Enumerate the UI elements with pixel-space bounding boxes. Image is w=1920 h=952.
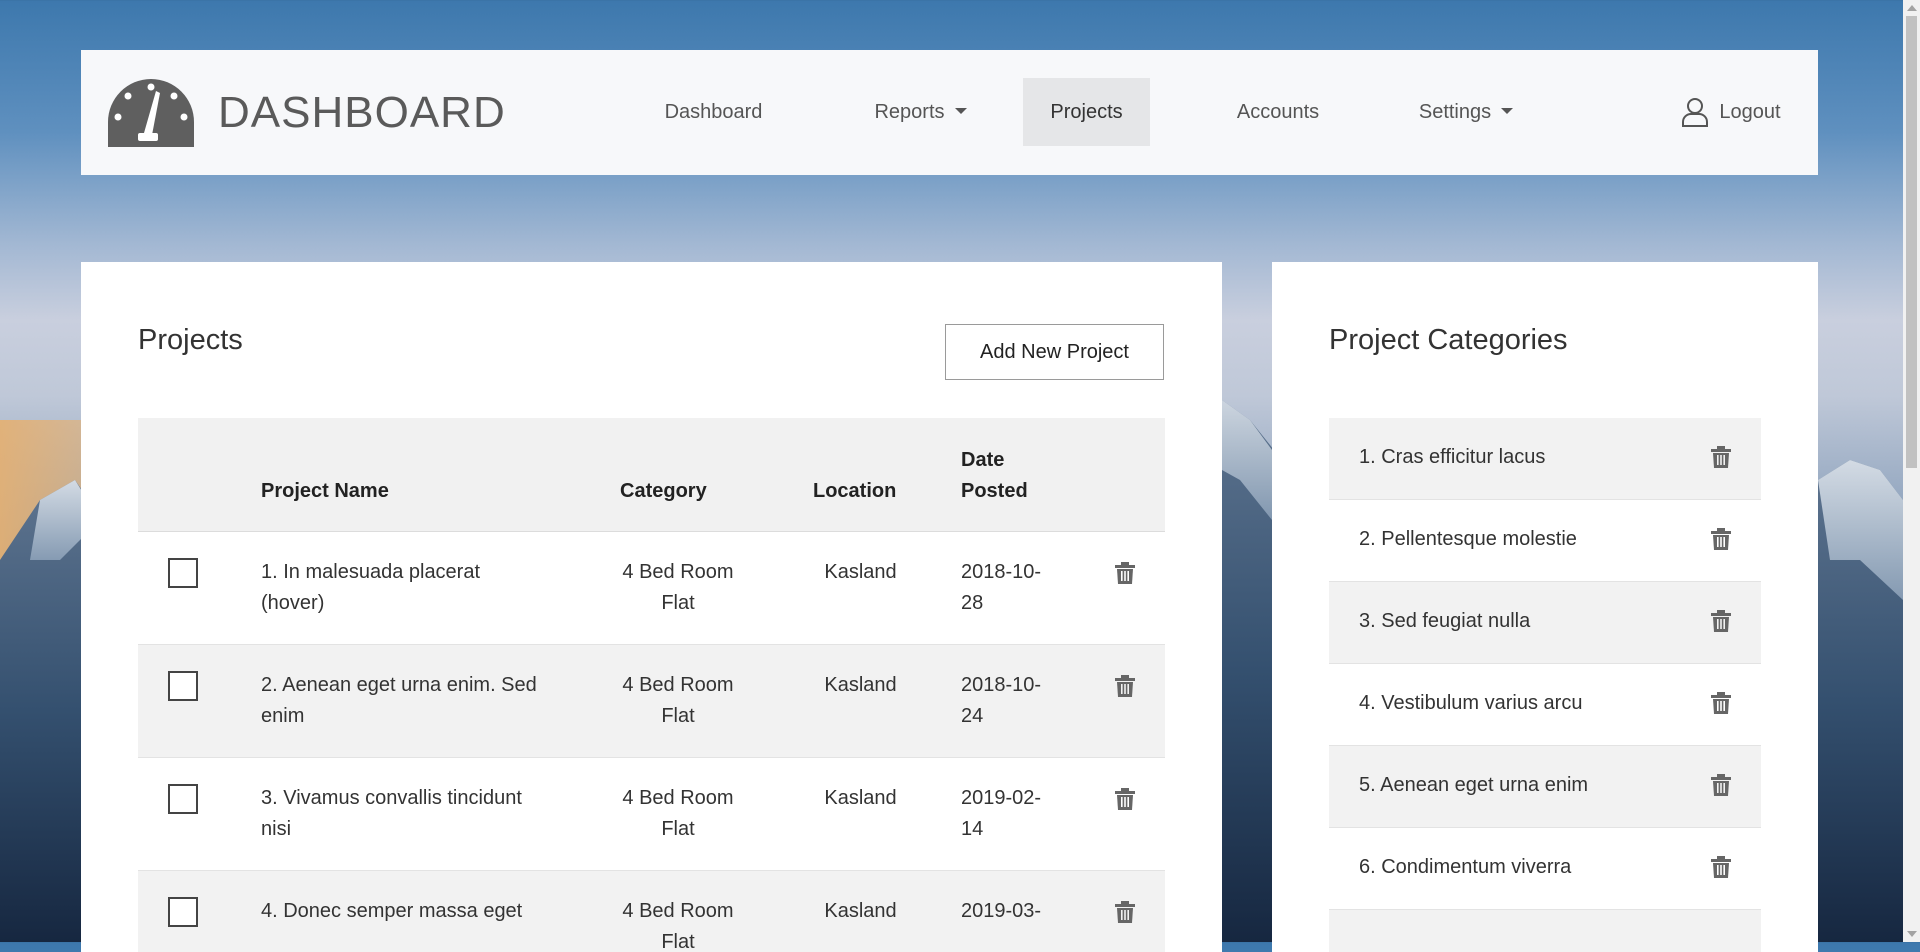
trash-icon[interactable] bbox=[1115, 788, 1135, 810]
row-checkbox[interactable] bbox=[168, 558, 198, 588]
logout-label: Logout bbox=[1719, 100, 1781, 123]
categories-list: 1. Cras efficitur lacus 2. Pellentesque … bbox=[1329, 418, 1761, 952]
category-label: 2. Pellentesque molestie bbox=[1359, 528, 1577, 550]
nav-reports-label: Reports bbox=[874, 100, 945, 123]
trash-icon[interactable] bbox=[1711, 528, 1731, 550]
table-row[interactable]: 4. Donec semper massa eget 4 Bed Room Fl… bbox=[138, 871, 1165, 952]
project-date-line1: 2018-10- bbox=[961, 674, 1042, 696]
category-label: 4. Vestibulum varius arcu bbox=[1359, 692, 1583, 714]
table-row[interactable]: 3. Vivamus convallis tincidunt nisi 4 Be… bbox=[138, 758, 1165, 871]
project-date-line1: 2019-02- bbox=[961, 787, 1042, 809]
project-name-line1: 4. Donec semper massa eget bbox=[261, 900, 523, 922]
project-location: Kasland bbox=[824, 900, 897, 922]
top-navbar: DASHBOARD Dashboard Reports Projects Acc… bbox=[81, 50, 1818, 175]
add-new-project-button[interactable]: Add New Project bbox=[945, 324, 1164, 380]
brand-title: DASHBOARD bbox=[218, 88, 506, 137]
project-category-line2: Flat bbox=[661, 705, 695, 727]
project-name-line2: (hover) bbox=[261, 592, 325, 614]
project-date-line1: 2019-03- bbox=[961, 900, 1042, 922]
project-name-line1: 2. Aenean eget urna enim. Sed bbox=[261, 674, 537, 696]
header-date-line2: Posted bbox=[961, 480, 1028, 502]
caret-down-icon bbox=[954, 108, 967, 114]
trash-icon[interactable] bbox=[1711, 856, 1731, 878]
trash-icon[interactable] bbox=[1711, 692, 1731, 714]
list-item[interactable] bbox=[1329, 910, 1761, 952]
nav-settings[interactable]: Settings bbox=[1381, 78, 1551, 146]
project-location: Kasland bbox=[824, 787, 897, 809]
row-checkbox[interactable] bbox=[168, 671, 198, 701]
nav-settings-label: Settings bbox=[1418, 100, 1492, 123]
project-categories-card: Project Categories 1. Cras efficitur lac… bbox=[1272, 262, 1818, 952]
project-location: Kasland bbox=[824, 561, 897, 583]
list-item[interactable]: 1. Cras efficitur lacus bbox=[1329, 418, 1761, 500]
project-category-line1: 4 Bed Room bbox=[622, 787, 734, 809]
logout-link[interactable]: Logout bbox=[1656, 78, 1806, 146]
category-label: 5. Aenean eget urna enim bbox=[1359, 774, 1589, 796]
brand[interactable]: DASHBOARD bbox=[106, 77, 506, 149]
project-category-line2: Flat bbox=[661, 818, 695, 840]
list-item[interactable]: 2. Pellentesque molestie bbox=[1329, 500, 1761, 582]
user-icon bbox=[1682, 98, 1709, 127]
speedometer-icon bbox=[108, 79, 194, 147]
row-checkbox[interactable] bbox=[168, 897, 198, 927]
project-date-line2: 14 bbox=[961, 818, 984, 840]
header-project-name: Project Name bbox=[261, 480, 389, 502]
category-label: 6. Condimentum viverra bbox=[1359, 856, 1572, 878]
nav-accounts-label: Accounts bbox=[1236, 100, 1320, 123]
scrollbar-thumb[interactable] bbox=[1906, 16, 1917, 468]
nav-accounts[interactable]: Accounts bbox=[1198, 78, 1358, 146]
scroll-down-icon[interactable] bbox=[1907, 931, 1917, 937]
nav-projects-label: Projects bbox=[1050, 100, 1123, 123]
project-category-line1: 4 Bed Room bbox=[622, 561, 734, 583]
projects-title: Projects bbox=[138, 324, 243, 356]
trash-icon[interactable] bbox=[1115, 562, 1135, 584]
project-name-line2: nisi bbox=[261, 818, 292, 840]
header-category: Category bbox=[620, 480, 707, 502]
project-category-line2: Flat bbox=[661, 592, 695, 614]
list-item[interactable]: 6. Condimentum viverra bbox=[1329, 828, 1761, 910]
trash-icon[interactable] bbox=[1711, 610, 1731, 632]
list-item[interactable]: 4. Vestibulum varius arcu bbox=[1329, 664, 1761, 746]
trash-icon[interactable] bbox=[1115, 901, 1135, 923]
trash-icon[interactable] bbox=[1711, 774, 1731, 796]
category-label: 3. Sed feugiat nulla bbox=[1359, 610, 1531, 632]
categories-title: Project Categories bbox=[1329, 324, 1568, 356]
table-row[interactable]: 2. Aenean eget urna enim. Sed enim 4 Bed… bbox=[138, 645, 1165, 758]
nav-projects[interactable]: Projects bbox=[1023, 78, 1150, 146]
projects-table: Project Name Category Location Date Post… bbox=[138, 418, 1165, 952]
nav-dashboard[interactable]: Dashboard bbox=[626, 78, 801, 146]
category-label: 1. Cras efficitur lacus bbox=[1359, 446, 1546, 468]
list-item[interactable]: 5. Aenean eget urna enim bbox=[1329, 746, 1761, 828]
page-scrollbar[interactable] bbox=[1903, 0, 1920, 942]
nav-reports[interactable]: Reports bbox=[833, 78, 1008, 146]
project-date-line2: 24 bbox=[961, 705, 984, 727]
trash-icon[interactable] bbox=[1711, 446, 1731, 468]
trash-icon[interactable] bbox=[1115, 675, 1135, 697]
project-date-line1: 2018-10- bbox=[961, 561, 1042, 583]
project-category-line1: 4 Bed Room bbox=[622, 900, 734, 922]
project-date-line2: 28 bbox=[961, 592, 984, 614]
table-header: Project Name Category Location Date Post… bbox=[138, 418, 1165, 532]
project-category-line1: 4 Bed Room bbox=[622, 674, 734, 696]
project-name-line1: 1. In malesuada placerat bbox=[261, 561, 481, 583]
projects-card: Projects Add New Project Project Name Ca… bbox=[81, 262, 1222, 952]
project-location: Kasland bbox=[824, 674, 897, 696]
caret-down-icon bbox=[1501, 108, 1514, 114]
header-date-line1: Date bbox=[961, 449, 1005, 471]
project-name-line1: 3. Vivamus convallis tincidunt bbox=[261, 787, 522, 809]
nav-dashboard-label: Dashboard bbox=[664, 100, 763, 123]
project-name-line2: enim bbox=[261, 705, 305, 727]
header-location: Location bbox=[813, 480, 897, 502]
list-item[interactable]: 3. Sed feugiat nulla bbox=[1329, 582, 1761, 664]
project-category-line2: Flat bbox=[661, 931, 695, 952]
scroll-up-icon[interactable] bbox=[1907, 5, 1917, 11]
row-checkbox[interactable] bbox=[168, 784, 198, 814]
table-row[interactable]: 1. In malesuada placerat (hover) 4 Bed R… bbox=[138, 532, 1165, 645]
